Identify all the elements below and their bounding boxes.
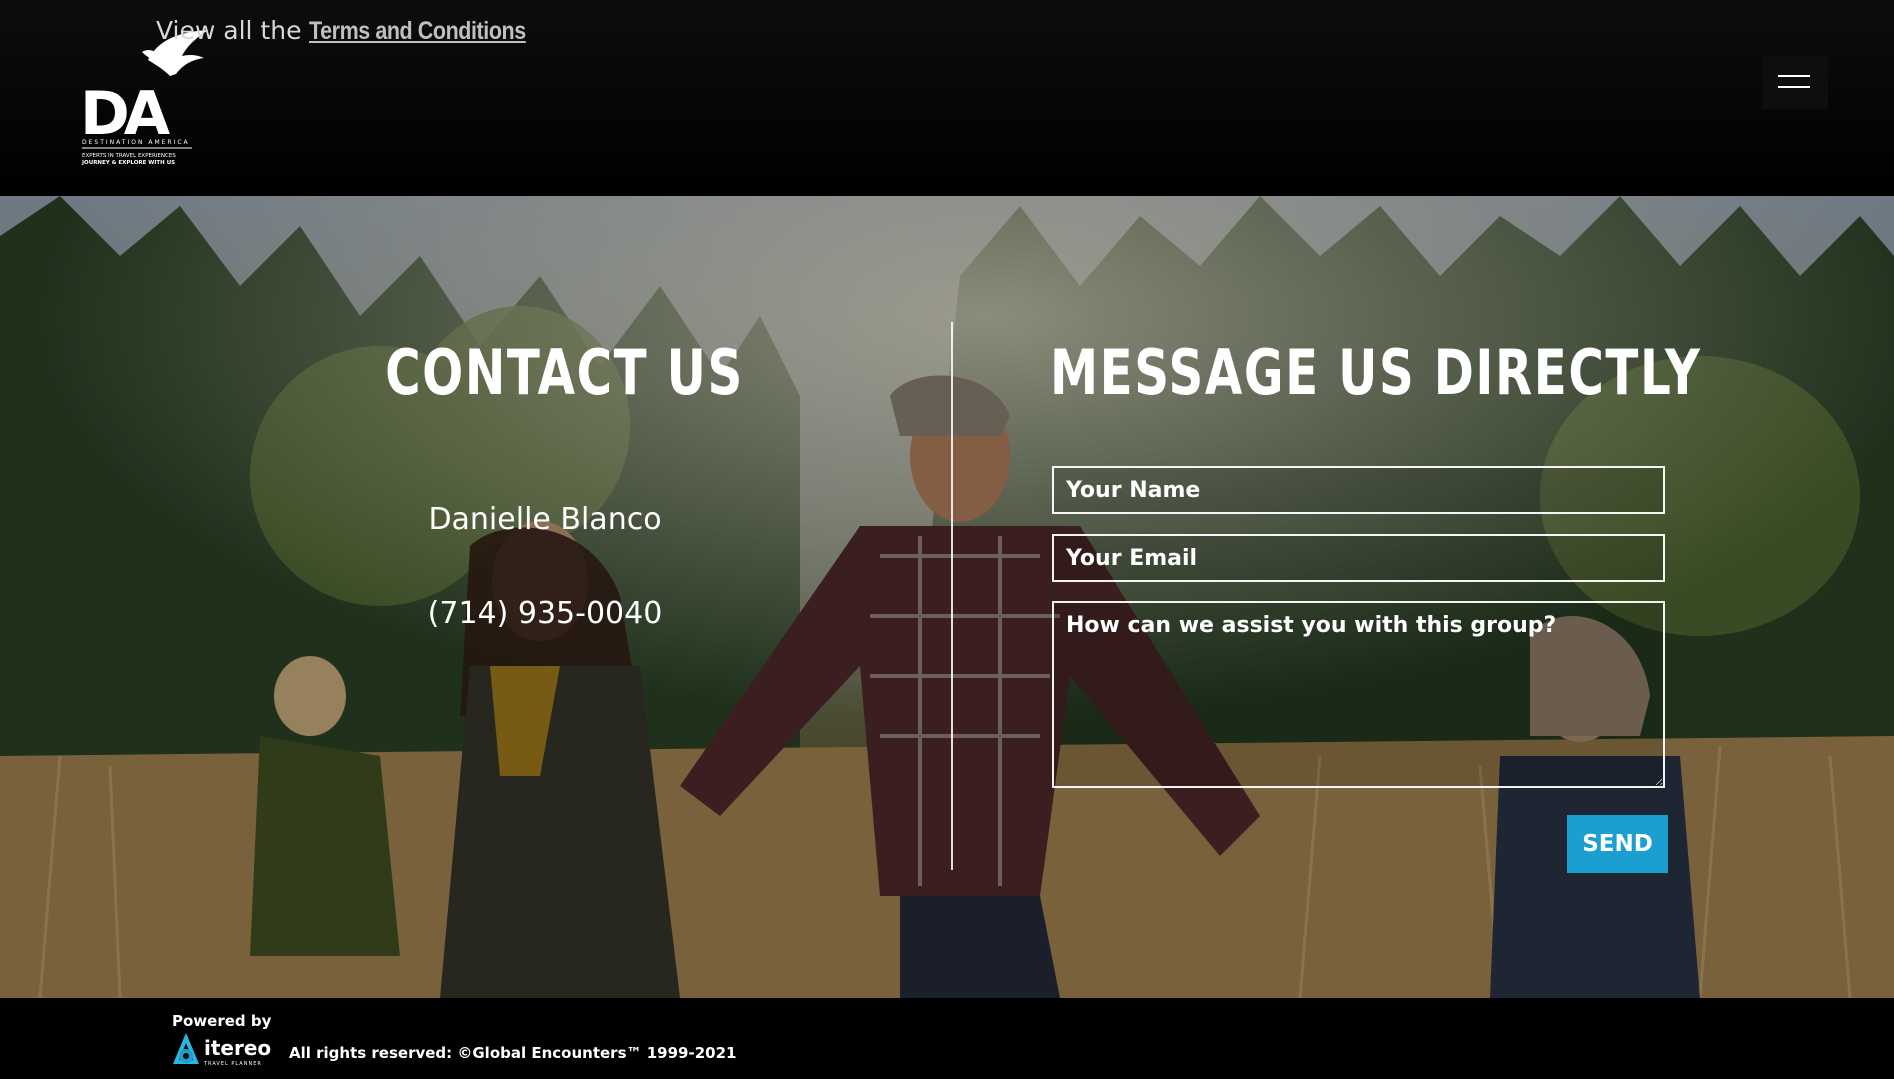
- email-input[interactable]: [1052, 534, 1665, 582]
- contact-us-title: CONTACT US: [385, 336, 744, 409]
- svg-text:JOURNEY & EXPLORE WITH US: JOURNEY & EXPLORE WITH US: [81, 160, 175, 166]
- itereo-logo[interactable]: itereo TRAVEL PLANNER: [172, 1034, 274, 1068]
- svg-text:itereo: itereo: [204, 1036, 271, 1060]
- message-us-title: MESSAGE US DIRECTLY: [1050, 336, 1702, 409]
- send-button[interactable]: SEND: [1567, 815, 1668, 873]
- svg-text:TRAVEL PLANNER: TRAVEL PLANNER: [203, 1061, 262, 1067]
- site-footer: Powered by itereo TRAVEL PLANNER All rig…: [0, 998, 1894, 1079]
- svg-text:EXPERTS IN TRAVEL EXPERIENCES: EXPERTS IN TRAVEL EXPERIENCES: [82, 153, 176, 159]
- terms-prefix: View all the: [156, 16, 302, 45]
- contact-name: Danielle Blanco: [428, 502, 662, 537]
- contact-section: CONTACT US Danielle Blanco (714) 935-004…: [0, 196, 1894, 998]
- terms-link[interactable]: Terms and Conditions: [309, 17, 526, 46]
- powered-by-label: Powered by: [172, 1012, 272, 1030]
- site-header: DA DESTINATION AMERICA EXPERTS IN TRAVEL…: [0, 0, 1894, 196]
- message-textarea[interactable]: [1052, 601, 1665, 788]
- destination-america-logo[interactable]: DA DESTINATION AMERICA EXPERTS IN TRAVEL…: [78, 30, 218, 170]
- copyright-text: All rights reserved: ©Global Encounters™…: [289, 1044, 737, 1062]
- itereo-icon: [173, 1034, 199, 1064]
- hamburger-menu-icon[interactable]: [1762, 55, 1828, 109]
- svg-text:DESTINATION AMERICA: DESTINATION AMERICA: [82, 139, 190, 146]
- column-divider: [951, 322, 953, 870]
- contact-phone[interactable]: (714) 935-0040: [340, 596, 750, 631]
- name-input[interactable]: [1052, 466, 1665, 514]
- terms-notice: View all the Terms and Conditions: [156, 16, 561, 46]
